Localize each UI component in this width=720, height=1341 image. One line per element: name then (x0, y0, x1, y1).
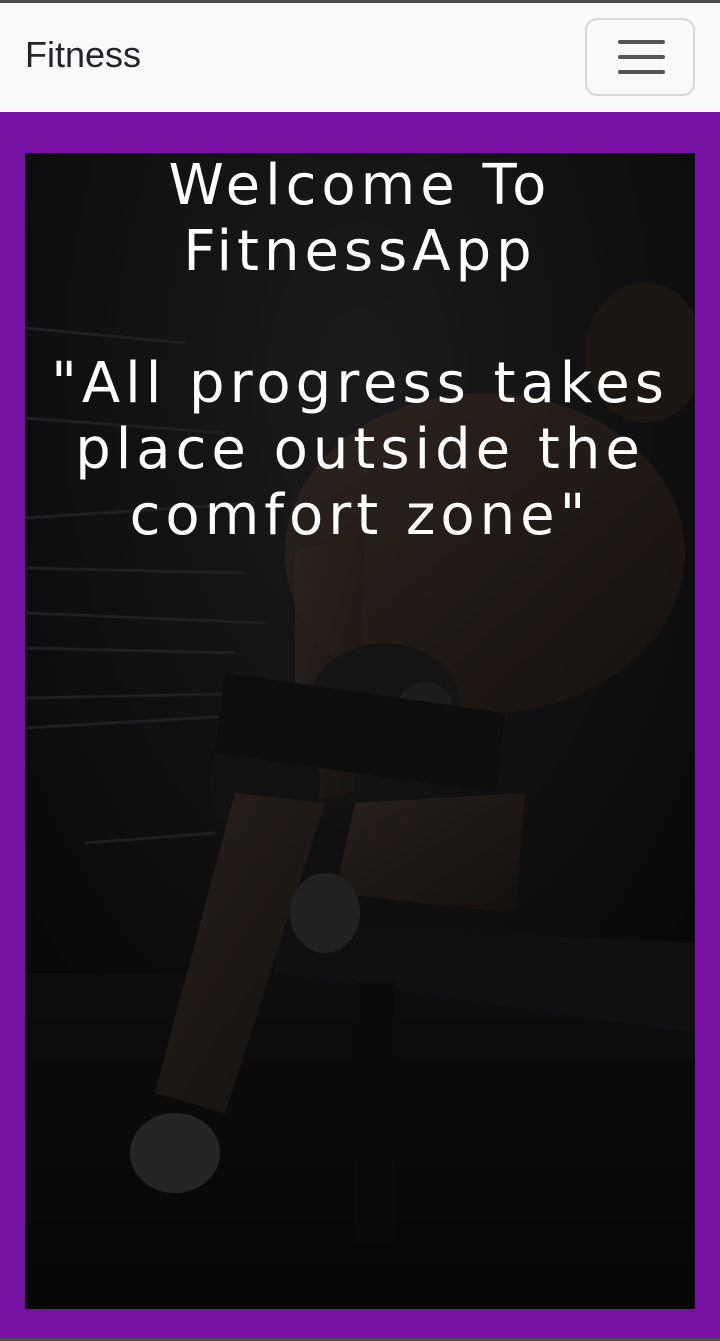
welcome-heading-line2: FitnessApp (183, 219, 537, 284)
quote-line1: "All progress takes (51, 351, 669, 416)
hero-section: Welcome To FitnessApp "All progress take… (25, 153, 695, 1309)
navbar-brand[interactable]: Fitness (25, 35, 141, 75)
navbar-toggle-button[interactable] (585, 18, 695, 96)
navbar: Fitness (0, 3, 720, 112)
hero-text: Welcome To FitnessApp "All progress take… (25, 153, 695, 549)
quote-line3: comfort zone" (129, 483, 591, 548)
quote-line2: place outside the (75, 417, 645, 482)
welcome-heading-line1: Welcome To (168, 153, 552, 218)
welcome-heading: Welcome To FitnessApp (25, 153, 695, 285)
motivational-quote: "All progress takes place outside the co… (25, 285, 695, 549)
